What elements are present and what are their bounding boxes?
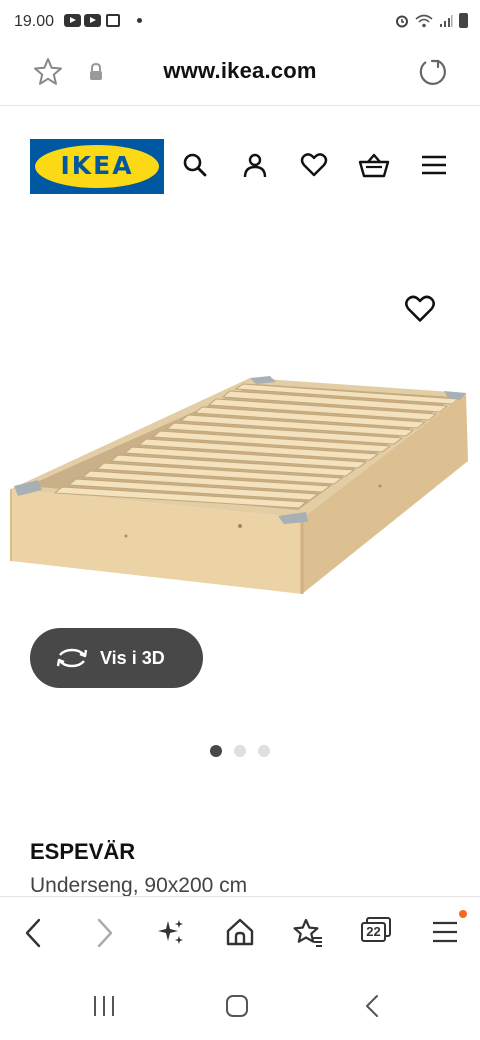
favorites-button[interactable]	[300, 152, 328, 178]
home-icon	[226, 918, 254, 946]
reload-icon	[419, 59, 446, 85]
status-bar: 19.00	[0, 0, 480, 46]
system-navigation-bar	[0, 972, 480, 1040]
search-button[interactable]	[182, 152, 208, 178]
cart-icon	[358, 153, 390, 178]
menu-icon	[422, 155, 446, 175]
view-in-3d-label: Vis i 3D	[100, 647, 165, 668]
product-description: Underseng, 90x200 cm	[30, 874, 248, 896]
browser-menu-button[interactable]	[432, 921, 458, 943]
add-to-favorites-button[interactable]	[404, 294, 436, 324]
product-image	[10, 376, 468, 594]
menu-icon	[433, 921, 457, 943]
forward-icon	[97, 918, 113, 948]
alarm-icon	[396, 15, 408, 27]
forward-button[interactable]	[92, 917, 116, 949]
rotate-3d-icon	[56, 648, 88, 668]
cart-button[interactable]	[358, 152, 390, 178]
back-nav-button[interactable]	[362, 994, 382, 1018]
bookmarks-button[interactable]	[292, 917, 324, 947]
gallery-pagination	[0, 745, 480, 757]
browser-toolbar: 22	[0, 896, 480, 972]
account-button[interactable]	[242, 152, 268, 178]
more-notifications-icon	[137, 18, 142, 23]
home-button[interactable]	[225, 917, 255, 947]
user-icon	[243, 153, 267, 178]
recent-apps-icon	[94, 996, 114, 1016]
calendar-icon	[106, 14, 120, 27]
heart-icon	[300, 153, 328, 177]
search-icon	[183, 153, 207, 177]
menu-button[interactable]	[421, 155, 447, 175]
view-in-3d-button[interactable]: Vis i 3D	[30, 628, 203, 688]
recent-apps-button[interactable]	[92, 994, 116, 1018]
notification-badge	[459, 910, 467, 918]
browser-address-bar: www.ikea.com	[0, 46, 480, 106]
battery-icon	[459, 13, 468, 28]
back-icon	[25, 918, 41, 948]
ikea-logo[interactable]: IKEA	[30, 139, 164, 194]
logo-text: IKEA	[60, 151, 134, 180]
wifi-icon	[415, 14, 433, 27]
sparkle-icon	[158, 920, 183, 944]
bookmarks-icon	[293, 918, 322, 947]
home-nav-icon	[226, 995, 248, 1017]
system-icons	[395, 13, 468, 28]
home-nav-button[interactable]	[225, 994, 249, 1018]
gallery-dot-1[interactable]	[210, 745, 222, 757]
youtube-icon	[64, 14, 81, 27]
heart-icon	[405, 295, 435, 322]
signal-icon	[440, 14, 453, 27]
youtube-icon	[84, 14, 101, 27]
product-name: ESPEVÄR	[30, 839, 136, 864]
status-time: 19.00	[14, 13, 55, 30]
tabs-count: 22	[361, 922, 386, 942]
notification-icons	[64, 14, 142, 27]
gallery-dot-3[interactable]	[258, 745, 270, 757]
reload-button[interactable]	[414, 54, 450, 90]
tabs-button[interactable]: 22	[361, 916, 392, 944]
back-button[interactable]	[22, 917, 46, 949]
assistant-button[interactable]	[156, 917, 186, 947]
product-gallery[interactable]: Vis i 3D	[0, 216, 480, 776]
back-nav-icon	[366, 995, 378, 1017]
url-text[interactable]: www.ikea.com	[0, 58, 480, 84]
gallery-dot-2[interactable]	[234, 745, 246, 757]
site-header: IKEA	[0, 106, 480, 216]
